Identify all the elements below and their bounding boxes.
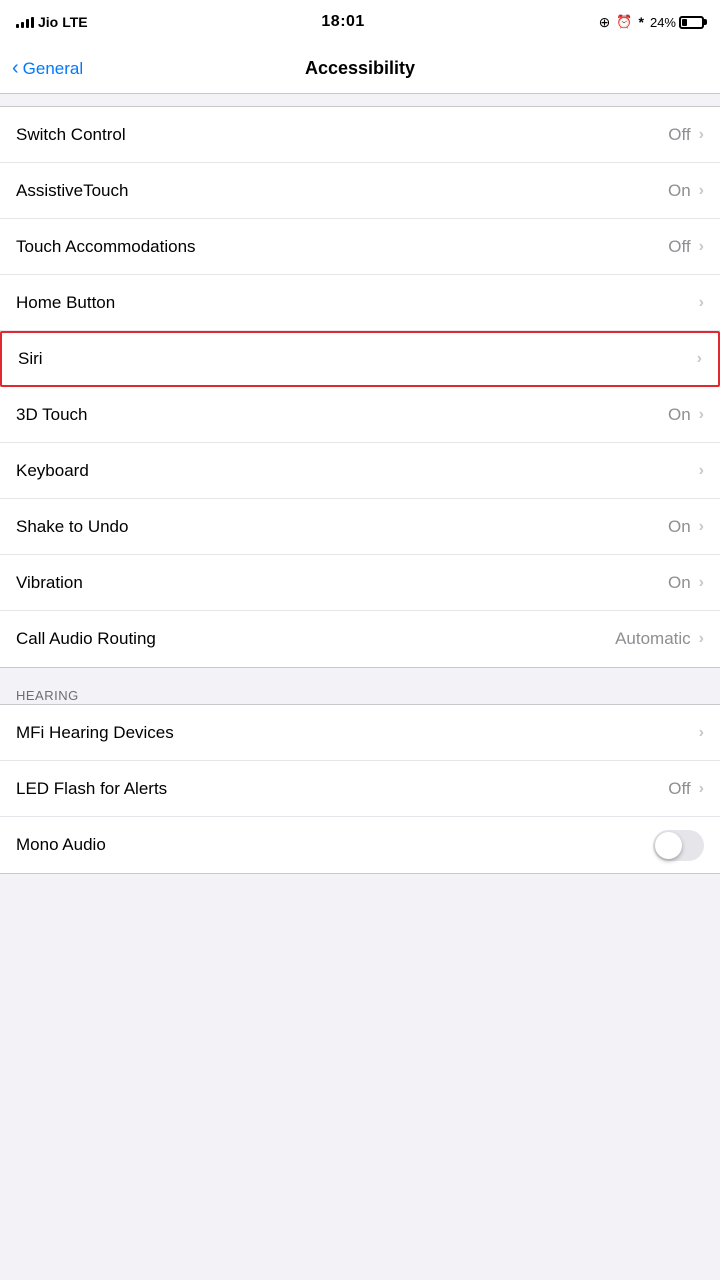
siri-chevron: › [697, 350, 702, 368]
hearing-header-label: HEARING [16, 688, 79, 703]
led-flash-alerts-status: Off [668, 779, 690, 799]
switch-control-label: Switch Control [16, 125, 668, 145]
back-chevron-icon: ‹ [12, 58, 19, 78]
home-button-label: Home Button [16, 293, 697, 313]
status-bar: Jio LTE 18:01 ⊕ ⏰ * 24% [0, 0, 720, 44]
shake-to-undo-chevron: › [699, 518, 704, 536]
3d-touch-row[interactable]: 3D Touch On › [0, 387, 720, 443]
mfi-hearing-devices-chevron: › [699, 724, 704, 742]
assistivetouch-row[interactable]: AssistiveTouch On › [0, 163, 720, 219]
network-type: LTE [62, 14, 87, 30]
top-spacer [0, 94, 720, 106]
shake-to-undo-row[interactable]: Shake to Undo On › [0, 499, 720, 555]
battery-fill [682, 19, 687, 26]
home-button-row[interactable]: Home Button › [0, 275, 720, 331]
signal-bar-1 [16, 24, 19, 28]
keyboard-chevron: › [699, 462, 704, 480]
switch-control-row[interactable]: Switch Control Off › [0, 107, 720, 163]
3d-touch-value: On › [668, 405, 704, 425]
vibration-status: On [668, 573, 691, 593]
mono-audio-toggle-container [653, 830, 704, 861]
led-flash-alerts-label: LED Flash for Alerts [16, 779, 668, 799]
status-left: Jio LTE [16, 14, 88, 30]
call-audio-routing-value: Automatic › [615, 629, 704, 649]
led-flash-alerts-row[interactable]: LED Flash for Alerts Off › [0, 761, 720, 817]
page-title: Accessibility [305, 58, 415, 79]
led-flash-alerts-value: Off › [668, 779, 704, 799]
carrier-name: Jio [38, 14, 58, 30]
shake-to-undo-status: On [668, 517, 691, 537]
vibration-row[interactable]: Vibration On › [0, 555, 720, 611]
assistivetouch-status: On [668, 181, 691, 201]
shake-to-undo-value: On › [668, 517, 704, 537]
mono-audio-row[interactable]: Mono Audio [0, 817, 720, 873]
siri-value: › [695, 350, 702, 368]
back-button[interactable]: ‹ General [12, 59, 83, 79]
vibration-chevron: › [699, 574, 704, 592]
navigation-header: ‹ General Accessibility [0, 44, 720, 94]
switch-control-chevron: › [699, 126, 704, 144]
siri-label: Siri [18, 349, 695, 369]
battery-icon [679, 16, 704, 29]
bottom-spacer [0, 874, 720, 914]
signal-bars [16, 16, 34, 28]
vibration-label: Vibration [16, 573, 668, 593]
status-right: ⊕ ⏰ * 24% [599, 14, 704, 31]
home-button-value: › [697, 294, 704, 312]
shake-to-undo-label: Shake to Undo [16, 517, 668, 537]
touch-accommodations-row[interactable]: Touch Accommodations Off › [0, 219, 720, 275]
bluetooth-icon: * [639, 14, 644, 30]
mono-audio-toggle[interactable] [653, 830, 704, 861]
mono-audio-label: Mono Audio [16, 835, 653, 855]
battery-percent: 24% [650, 15, 676, 30]
call-audio-routing-row[interactable]: Call Audio Routing Automatic › [0, 611, 720, 667]
touch-accommodations-chevron: › [699, 238, 704, 256]
signal-bar-3 [26, 19, 29, 28]
switch-control-status: Off [668, 125, 690, 145]
toggle-knob [655, 832, 682, 859]
signal-bar-2 [21, 22, 24, 28]
3d-touch-chevron: › [699, 406, 704, 424]
keyboard-label: Keyboard [16, 461, 697, 481]
assistivetouch-value: On › [668, 181, 704, 201]
mfi-hearing-devices-value: › [697, 724, 704, 742]
keyboard-row[interactable]: Keyboard › [0, 443, 720, 499]
interaction-section: Switch Control Off › AssistiveTouch On ›… [0, 106, 720, 668]
siri-row[interactable]: Siri › [0, 331, 720, 387]
touch-accommodations-status: Off [668, 237, 690, 257]
screen-record-icon: ⊕ [599, 14, 611, 31]
status-time: 18:01 [321, 13, 364, 31]
call-audio-routing-chevron: › [699, 630, 704, 648]
keyboard-value: › [697, 462, 704, 480]
vibration-value: On › [668, 573, 704, 593]
home-button-chevron: › [699, 294, 704, 312]
hearing-spacer: HEARING [0, 668, 720, 704]
assistivetouch-chevron: › [699, 182, 704, 200]
battery: 24% [650, 15, 704, 30]
assistivetouch-label: AssistiveTouch [16, 181, 668, 201]
mfi-hearing-devices-label: MFi Hearing Devices [16, 723, 697, 743]
3d-touch-status: On [668, 405, 691, 425]
call-audio-routing-status: Automatic [615, 629, 691, 649]
touch-accommodations-value: Off › [668, 237, 704, 257]
mfi-hearing-devices-row[interactable]: MFi Hearing Devices › [0, 705, 720, 761]
3d-touch-label: 3D Touch [16, 405, 668, 425]
switch-control-value: Off › [668, 125, 704, 145]
back-label: General [23, 59, 83, 79]
hearing-section: MFi Hearing Devices › LED Flash for Aler… [0, 704, 720, 874]
touch-accommodations-label: Touch Accommodations [16, 237, 668, 257]
signal-bar-4 [31, 17, 34, 28]
call-audio-routing-label: Call Audio Routing [16, 629, 615, 649]
led-flash-alerts-chevron: › [699, 780, 704, 798]
alarm-icon: ⏰ [616, 14, 632, 30]
